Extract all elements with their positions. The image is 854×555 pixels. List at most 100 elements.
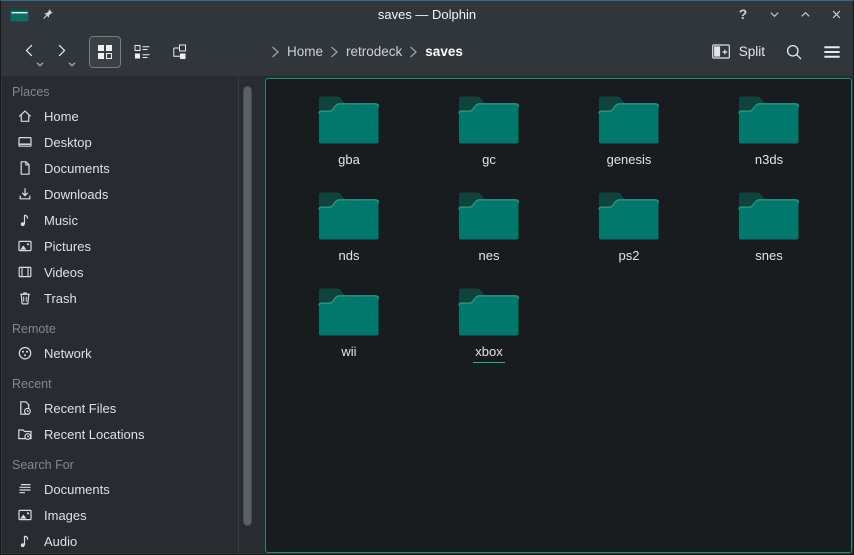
folder-view: gba gc genesis n3ds nds nes ps2 snes wii xbox (265, 78, 852, 553)
breadcrumb-item-home[interactable]: Home (287, 44, 323, 59)
sidebar-section-header-recent: Recent (2, 374, 238, 395)
sidebar-item-label: Recent Locations (44, 427, 144, 442)
search-button[interactable] (785, 43, 803, 61)
sidebar-item-trash[interactable]: Trash (2, 285, 238, 311)
tree-view-button[interactable] (163, 36, 195, 68)
recent-locations-icon (17, 426, 33, 442)
maximize-button[interactable] (797, 6, 813, 22)
back-button[interactable] (13, 34, 45, 70)
folder-label: nes (477, 248, 502, 267)
sidebar-item-pictures[interactable]: Pictures (2, 233, 238, 259)
breadcrumb-chevron-icon (330, 46, 339, 58)
sidebar-item-music[interactable]: Music (2, 207, 238, 233)
folder-label: gc (480, 152, 498, 171)
trash-icon (17, 290, 33, 306)
folder-icon (738, 191, 800, 241)
close-button[interactable] (828, 6, 844, 22)
sidebar-item-label: Pictures (44, 239, 91, 254)
sidebar-item-label: Documents (44, 482, 110, 497)
folder-item-nds[interactable]: nds (279, 191, 419, 287)
sidebar-item-images[interactable]: Images (2, 502, 238, 528)
folder-item-nes[interactable]: nes (419, 191, 559, 287)
folder-label: ps2 (617, 248, 642, 267)
folder-label: n3ds (753, 152, 785, 171)
breadcrumb-item-saves[interactable]: saves (425, 44, 463, 59)
sidebar-item-documents[interactable]: Documents (2, 476, 238, 502)
sidebar-item-videos[interactable]: Videos (2, 259, 238, 285)
folder-icon (318, 287, 380, 337)
folder-label: xbox (473, 344, 504, 363)
breadcrumb-chevron-icon (271, 46, 280, 58)
folder-item-snes[interactable]: snes (699, 191, 839, 287)
sidebar-item-label: Trash (44, 291, 77, 306)
sidebar-item-label: Recent Files (44, 401, 116, 416)
minimize-button[interactable] (766, 6, 782, 22)
folder-icon (598, 191, 660, 241)
help-icon: ? (739, 7, 748, 22)
split-view-icon (712, 44, 730, 59)
sidebar-item-recent-files[interactable]: Recent Files (2, 395, 238, 421)
folder-icon (318, 95, 380, 145)
sidebar-item-network[interactable]: Network (2, 340, 238, 366)
folder-icon (598, 95, 660, 145)
folder-item-gba[interactable]: gba (279, 95, 419, 191)
sidebar-item-label: Network (44, 346, 92, 361)
pin-icon[interactable] (41, 8, 54, 21)
folder-icon (318, 191, 380, 241)
folder-icon (458, 95, 520, 145)
image-icon (17, 238, 33, 254)
folder-item-wii[interactable]: wii (279, 287, 419, 383)
folder-item-xbox[interactable]: xbox (419, 287, 559, 383)
sidebar-item-label: Documents (44, 161, 110, 176)
search-icon (785, 43, 803, 61)
compact-view-button[interactable] (126, 36, 158, 68)
sidebar-item-audio[interactable]: Audio (2, 528, 238, 553)
sidebar-item-recent-locations[interactable]: Recent Locations (2, 421, 238, 447)
sidebar-item-documents[interactable]: Documents (2, 155, 238, 181)
text-lines-icon (17, 481, 33, 497)
icons-view-button[interactable] (89, 36, 121, 68)
view-icons-icon (97, 44, 113, 60)
sidebar-item-label: Videos (44, 265, 84, 280)
chevron-up-icon (799, 8, 812, 21)
folder-icon (458, 287, 520, 337)
folder-item-ps2[interactable]: ps2 (559, 191, 699, 287)
sidebar-item-desktop[interactable]: Desktop (2, 129, 238, 155)
image-icon (17, 507, 33, 523)
sidebar-scrollbar-thumb[interactable] (243, 86, 252, 526)
help-button[interactable]: ? (735, 6, 751, 22)
breadcrumb-item-retrodeck[interactable]: retrodeck (346, 44, 402, 59)
folder-item-n3ds[interactable]: n3ds (699, 95, 839, 191)
window-title: saves — Dolphin (1, 7, 853, 22)
sidebar-scrollbar-track[interactable] (238, 76, 255, 553)
sidebar-item-label: Desktop (44, 135, 92, 150)
view-compact-icon (134, 44, 150, 60)
content-area: PlacesHomeDesktopDocumentsDownloadsMusic… (2, 76, 852, 553)
folder-item-genesis[interactable]: genesis (559, 95, 699, 191)
chevron-down-icon (768, 8, 781, 21)
menu-button[interactable] (823, 43, 841, 61)
window-controls: ? (735, 6, 844, 22)
folder-icon (738, 95, 800, 145)
close-icon (830, 8, 843, 21)
sidebar-item-downloads[interactable]: Downloads (2, 181, 238, 207)
places-panel: PlacesHomeDesktopDocumentsDownloadsMusic… (2, 76, 238, 553)
split-button[interactable]: Split (712, 44, 765, 59)
folder-label: snes (753, 248, 784, 267)
document-icon (17, 160, 33, 176)
dolphin-folder-icon (10, 7, 29, 22)
download-icon (17, 186, 33, 202)
sidebar-item-home[interactable]: Home (2, 103, 238, 129)
forward-button[interactable] (45, 34, 77, 70)
music-note-icon (17, 212, 33, 228)
sidebar-item-label: Audio (44, 534, 77, 549)
recent-files-icon (17, 400, 33, 416)
dolphin-window: saves — Dolphin ? Home retrodeck saves Spl… (0, 0, 854, 555)
view-tree-icon (171, 44, 187, 60)
sidebar-item-label: Downloads (44, 187, 108, 202)
arrow-forward-icon (53, 42, 70, 62)
breadcrumb-chevron-icon (409, 46, 418, 58)
folder-icon (458, 191, 520, 241)
folder-item-gc[interactable]: gc (419, 95, 559, 191)
titlebar: saves — Dolphin ? (1, 1, 853, 27)
